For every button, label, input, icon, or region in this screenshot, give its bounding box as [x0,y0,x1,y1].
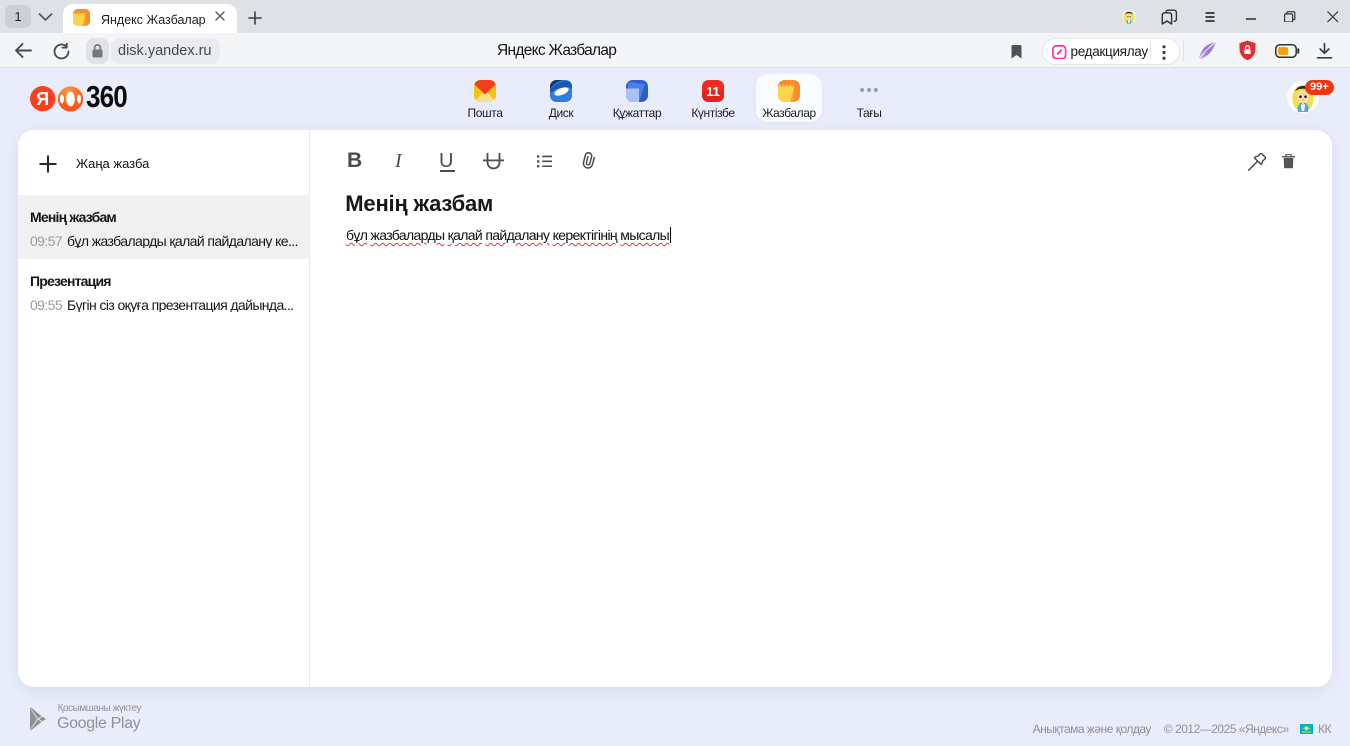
svg-text:11: 11 [706,84,720,99]
svg-text:Я: Я [36,89,49,109]
